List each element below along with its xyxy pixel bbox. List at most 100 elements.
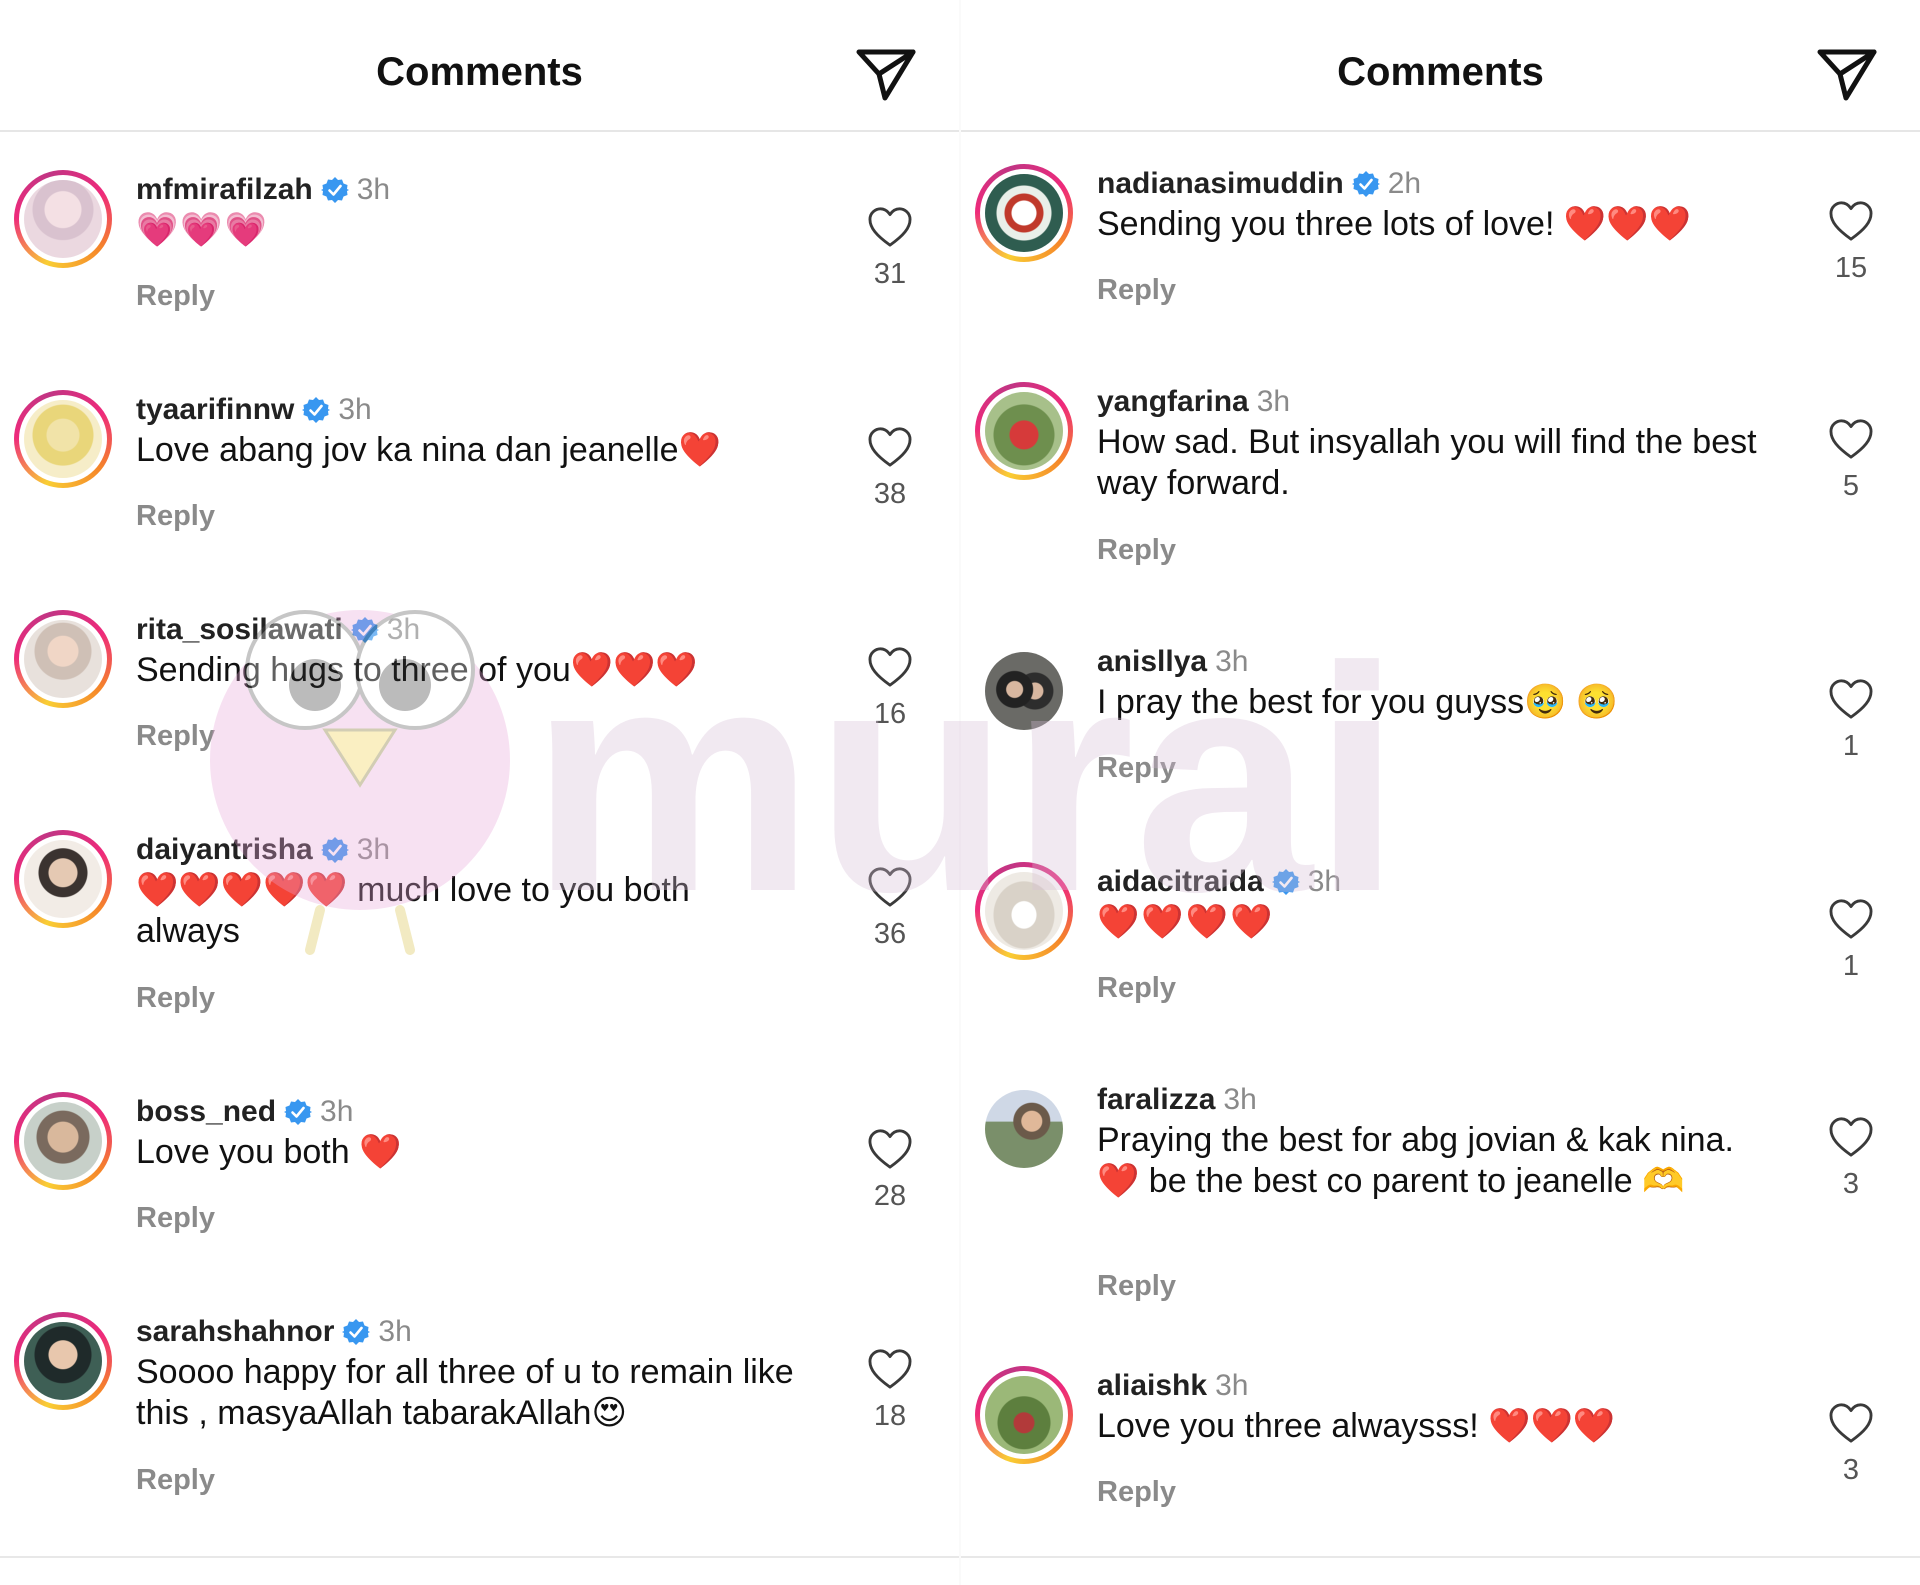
username[interactable]: anisllya	[1097, 645, 1207, 679]
username[interactable]: boss_ned	[136, 1095, 276, 1129]
username[interactable]: faralizza	[1097, 1083, 1215, 1117]
username[interactable]: tyaarifinnw	[136, 393, 294, 427]
heart-outline-icon[interactable]	[867, 1128, 913, 1170]
heart-outline-icon[interactable]	[867, 646, 913, 688]
comment-text: How sad. But insyallah you will find the…	[1097, 423, 1757, 502]
reply-button[interactable]: Reply	[136, 1202, 215, 1235]
avatar[interactable]	[14, 1092, 112, 1190]
like-group: 15	[1819, 200, 1883, 285]
timestamp: 3h	[378, 1315, 412, 1348]
avatar[interactable]	[975, 1080, 1073, 1178]
comment-meta: daiyantrisha 3h	[136, 830, 390, 870]
reply-button[interactable]: Reply	[136, 1464, 215, 1497]
like-count: 3	[1842, 1454, 1860, 1486]
heart-outline-icon[interactable]	[867, 1348, 913, 1390]
paper-plane-icon[interactable]	[1816, 46, 1878, 102]
verified-badge-icon	[302, 396, 330, 424]
timestamp: 3h	[338, 393, 372, 426]
like-group: 31	[858, 206, 922, 291]
username[interactable]: rita_sosilawati	[136, 613, 343, 647]
username[interactable]: mfmirafilzah	[136, 173, 313, 207]
username[interactable]: aliaishk	[1097, 1369, 1207, 1403]
comment-meta: sarahshahnor 3h	[136, 1312, 412, 1352]
like-count: 38	[873, 478, 907, 510]
heart-outline-icon[interactable]	[1828, 678, 1874, 720]
heart-outline-icon[interactable]	[1828, 1116, 1874, 1158]
like-group: 36	[858, 866, 922, 951]
comments-panel-right: Comments nadianasimuddin 2h Sending you …	[961, 0, 1920, 1585]
heart-outline-icon[interactable]	[1828, 1402, 1874, 1444]
like-group: 38	[858, 426, 922, 511]
avatar[interactable]	[14, 170, 112, 268]
comment-meta: boss_ned 3h	[136, 1092, 353, 1132]
avatar[interactable]	[975, 862, 1073, 960]
comment-meta: tyaarifinnw 3h	[136, 390, 372, 430]
comment-text: I pray the best for you guyss🥹 🥹	[1097, 683, 1619, 721]
avatar[interactable]	[975, 164, 1073, 262]
heart-outline-icon[interactable]	[867, 866, 913, 908]
comment-meta: anisllya 3h	[1097, 642, 1248, 682]
username[interactable]: aidacitraida	[1097, 865, 1264, 899]
paper-plane-icon[interactable]	[855, 46, 917, 102]
username[interactable]: daiyantrisha	[136, 833, 313, 867]
heart-outline-icon[interactable]	[1828, 418, 1874, 460]
verified-badge-icon	[351, 616, 379, 644]
avatar[interactable]	[975, 382, 1073, 480]
like-count: 28	[873, 1180, 907, 1212]
username[interactable]: yangfarina	[1097, 385, 1249, 419]
timestamp: 2h	[1387, 167, 1422, 200]
like-count: 15	[1834, 252, 1868, 284]
like-count: 18	[873, 1400, 907, 1432]
comments-header: Comments	[961, 0, 1920, 132]
avatar[interactable]	[975, 1366, 1073, 1464]
like-count: 3	[1842, 1168, 1860, 1200]
like-group: 1	[1819, 678, 1883, 763]
like-group: 3	[1819, 1402, 1883, 1487]
timestamp: 3h	[1256, 385, 1291, 418]
like-group: 5	[1819, 418, 1883, 503]
username[interactable]: nadianasimuddin	[1097, 167, 1344, 201]
reply-button[interactable]: Reply	[1097, 1476, 1176, 1509]
header-title: Comments	[1337, 50, 1544, 94]
reply-button[interactable]: Reply	[1097, 274, 1176, 307]
reply-button[interactable]: Reply	[136, 720, 215, 753]
avatar[interactable]	[14, 610, 112, 708]
avatar[interactable]	[14, 390, 112, 488]
reply-button[interactable]: Reply	[1097, 534, 1176, 567]
reply-button[interactable]: Reply	[1097, 972, 1176, 1005]
like-group: 28	[858, 1128, 922, 1213]
verified-badge-icon	[1352, 170, 1380, 198]
reply-button[interactable]: Reply	[1097, 752, 1176, 785]
comment-meta: rita_sosilawati 3h	[136, 610, 420, 650]
comment-text: Sending you three lots of love! ❤️❤️❤️	[1097, 205, 1691, 243]
comment-meta: aidacitraida 3h	[1097, 862, 1341, 902]
reply-button[interactable]: Reply	[136, 982, 215, 1015]
comment-meta: mfmirafilzah 3h	[136, 170, 390, 210]
timestamp: 3h	[1215, 645, 1249, 678]
comment-meta: nadianasimuddin 2h	[1097, 164, 1421, 204]
reply-button[interactable]: Reply	[1097, 1270, 1176, 1303]
comment-text: Praying the best for abg jovian & kak ni…	[1097, 1121, 1734, 1200]
comment-text: ❤️❤️❤️❤️❤️ much love to you both always	[136, 871, 690, 950]
like-count: 31	[873, 258, 907, 290]
timestamp: 3h	[356, 173, 391, 206]
like-group: 1	[1819, 898, 1883, 983]
username[interactable]: sarahshahnor	[136, 1315, 334, 1349]
comment-meta: aliaishk 3h	[1097, 1366, 1248, 1406]
avatar[interactable]	[14, 830, 112, 928]
comment-text: Sending hugs to three of you❤️❤️❤️	[136, 651, 698, 689]
timestamp: 3h	[320, 1095, 354, 1128]
comment-text: ❤️❤️❤️❤️	[1097, 903, 1275, 941]
reply-button[interactable]: Reply	[136, 280, 215, 313]
reply-button[interactable]: Reply	[136, 500, 215, 533]
header-title: Comments	[376, 50, 583, 94]
avatar[interactable]	[975, 642, 1073, 740]
heart-outline-icon[interactable]	[1828, 898, 1874, 940]
heart-outline-icon[interactable]	[867, 206, 913, 248]
timestamp: 3h	[1215, 1369, 1249, 1402]
avatar[interactable]	[14, 1312, 112, 1410]
heart-outline-icon[interactable]	[867, 426, 913, 468]
like-count: 1	[1842, 730, 1860, 762]
timestamp: 3h	[1223, 1083, 1257, 1116]
heart-outline-icon[interactable]	[1828, 200, 1874, 242]
